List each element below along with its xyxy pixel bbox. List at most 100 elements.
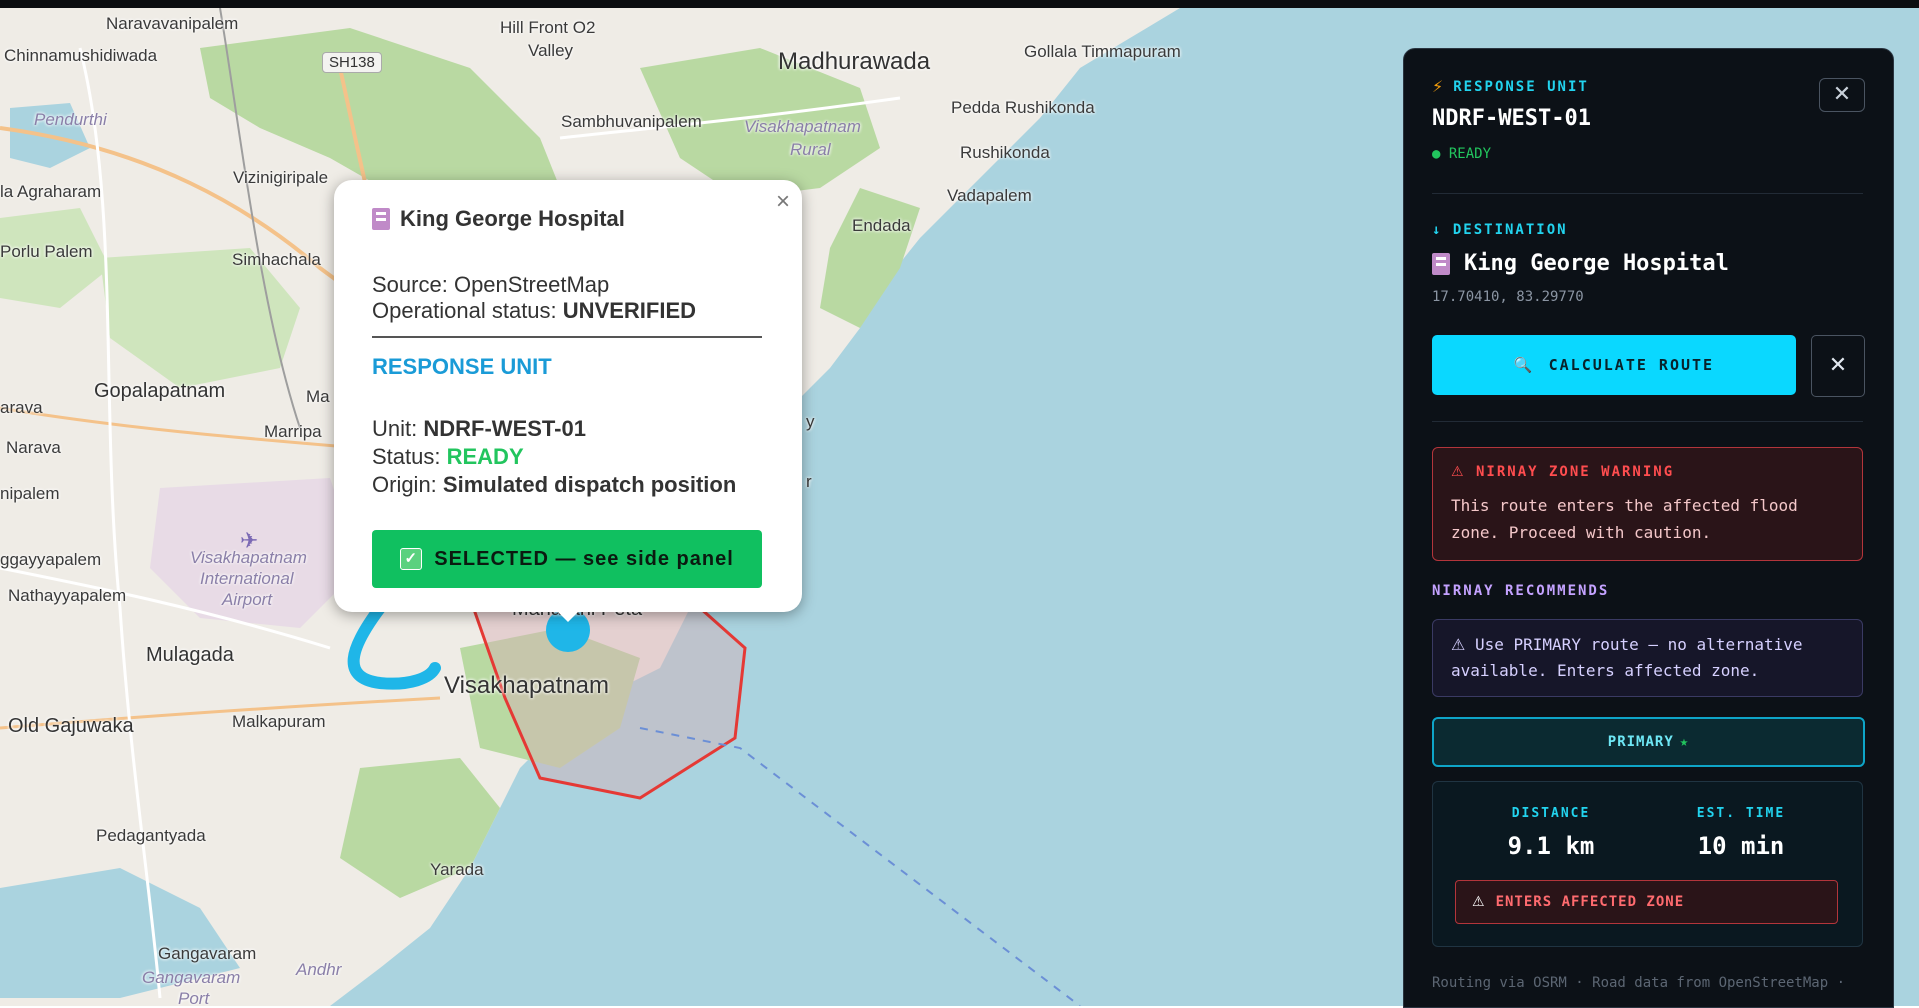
map-label: Mulagada — [146, 644, 234, 666]
popup-unit-status-row: Status: READY — [372, 444, 524, 470]
primary-route-tab[interactable]: PRIMARY ★ — [1432, 717, 1865, 767]
map-label: Vizinigiripale — [233, 168, 329, 187]
recommendation-body: ⚠ Use PRIMARY route — no alternative ava… — [1451, 632, 1846, 684]
map-label: nipalem — [0, 484, 60, 503]
recommendation-box: ⚠ Use PRIMARY route — no alternative ava… — [1432, 619, 1863, 697]
selected-button[interactable]: ✓ SELECTED — see side panel — [372, 530, 762, 588]
popup-tip — [550, 604, 586, 622]
map-label: Nathayyapalem — [8, 586, 127, 605]
popup-status-row: Operational status: UNVERIFIED — [372, 298, 696, 324]
map-label: Port — [178, 989, 210, 1006]
map-label: Simhachala — [232, 250, 321, 269]
popup-divider — [372, 336, 762, 338]
calculate-route-label: CALCULATE ROUTE — [1548, 356, 1715, 374]
road-shield: SH138 — [322, 52, 382, 73]
popup-unit-label: Unit: — [372, 416, 418, 441]
zone-warning: ⚠ NIRNAY ZONE WARNING This route enters … — [1432, 447, 1863, 561]
map-label: Old Gajuwaka — [8, 715, 134, 737]
map-label: Pendurthi — [34, 110, 107, 129]
map-label: Visakhapatnam — [190, 548, 307, 567]
popup-op-status-label: Operational status: — [372, 298, 557, 323]
map-label: Pedda Rushikonda — [951, 98, 1095, 117]
map-label: Valley — [528, 41, 574, 60]
zone-warning-title: ⚠ NIRNAY ZONE WARNING — [1451, 464, 1674, 480]
panel-footer: Routing via OSRM · Road data from OpenSt… — [1432, 975, 1846, 991]
popup-unit-status-value: READY — [446, 444, 524, 469]
hospital-icon — [1432, 252, 1450, 275]
destination-coords: 17.70410, 83.29770 — [1432, 289, 1584, 305]
lightning-icon: ⚡ — [1432, 77, 1444, 96]
search-icon: 🔍 — [1513, 356, 1535, 374]
calculate-route-button[interactable]: 🔍 CALCULATE ROUTE — [1432, 335, 1796, 395]
popup-title-text: King George Hospital — [400, 206, 625, 231]
distance-label: DISTANCE — [1511, 806, 1591, 821]
map-label: y — [806, 412, 815, 431]
popup-origin-value: Simulated dispatch position — [442, 472, 737, 497]
unit-name: NDRF-WEST-01 — [1432, 106, 1591, 131]
hospital-popup: × King George Hospital Source: OpenStree… — [334, 180, 802, 622]
unit-status: ● READY — [1432, 146, 1492, 162]
map-label: Marripa — [264, 422, 322, 441]
map-label: Chinnamushidiwada — [4, 46, 158, 65]
map-label: Visakhapatnam — [744, 117, 861, 136]
map-label: Gangavaram — [158, 944, 257, 963]
affected-zone-badge: ⚠ ENTERS AFFECTED ZONE — [1455, 880, 1838, 924]
popup-title: King George Hospital — [372, 206, 625, 232]
popup-close-button[interactable]: × — [776, 190, 790, 214]
affected-zone-text: ENTERS AFFECTED ZONE — [1495, 894, 1685, 910]
map-label: Yarada — [430, 860, 484, 879]
panel-close-button[interactable]: ✕ — [1819, 78, 1865, 112]
map-label: Hill Front O2 — [500, 18, 596, 37]
divider — [1432, 193, 1863, 194]
popup-origin-label: Origin: — [372, 472, 437, 497]
recommends-title: NIRNAY RECOMMENDS — [1432, 583, 1610, 599]
popup-unit-value: NDRF-WEST-01 — [423, 416, 586, 441]
map-label: Porlu Palem — [0, 242, 93, 261]
map-label: la Agraharam — [0, 182, 102, 201]
hospital-icon — [372, 208, 390, 230]
map-label: Gopalapatnam — [94, 380, 226, 402]
popup-source-label: Source: — [372, 272, 448, 297]
destination-label: ↓ DESTINATION — [1432, 222, 1568, 238]
map-label: Rushikonda — [960, 143, 1050, 162]
map-label: arava — [0, 398, 43, 417]
selected-button-label: SELECTED — see side panel — [434, 547, 734, 570]
map-label: Pedagantyada — [96, 826, 206, 845]
destination-name: King George Hospital — [1432, 251, 1729, 276]
time-label: EST. TIME — [1696, 806, 1786, 821]
map-label: Visakhapatnam — [444, 672, 609, 699]
clear-destination-button[interactable]: ✕ — [1811, 335, 1865, 397]
map-label: Narava — [6, 438, 61, 457]
popup-section-title: RESPONSE UNIT — [372, 354, 552, 379]
popup-source-value: OpenStreetMap — [453, 272, 610, 297]
checkbox-icon: ✓ — [400, 548, 423, 570]
map-label: Ma — [306, 387, 330, 406]
route-stats: DISTANCE 9.1 km EST. TIME 10 min ⚠ ENTER… — [1432, 781, 1863, 947]
map-label: Vadapalem — [947, 186, 1032, 205]
popup-source-row: Source: OpenStreetMap — [372, 272, 609, 298]
map-label: Endada — [852, 216, 911, 235]
warning-icon: ⚠ — [1472, 894, 1486, 910]
popup-origin-row: Origin: Simulated dispatch position — [372, 472, 736, 498]
panel-header: ⚡ RESPONSE UNIT — [1432, 77, 1589, 96]
zone-warning-body: This route enters the affected flood zon… — [1451, 496, 1798, 542]
map-label: Gangavaram — [142, 968, 241, 987]
map-label: r — [806, 472, 812, 491]
divider — [1432, 421, 1863, 422]
map-label: ggayyapalem — [0, 550, 102, 569]
map-label: Rural — [790, 140, 831, 159]
popup-unit-status-label: Status: — [372, 444, 441, 469]
destination-name-text: King George Hospital — [1464, 251, 1729, 276]
star-icon: ★ — [1679, 734, 1690, 750]
map-label: Madhurawada — [778, 48, 931, 75]
map-label: International — [200, 569, 294, 588]
zone-warning-title-text: NIRNAY ZONE WARNING — [1476, 464, 1675, 480]
map-label: Gollala Timmapuram — [1024, 42, 1181, 61]
warning-icon: ⚠ — [1451, 464, 1466, 480]
primary-route-label: PRIMARY — [1607, 734, 1674, 750]
recommendation-text: Use PRIMARY route — no alternative avail… — [1451, 635, 1803, 680]
map-label: Naravavanipalem — [106, 14, 239, 33]
map-label: Airport — [222, 590, 273, 609]
popup-op-status-value: UNVERIFIED — [562, 298, 697, 323]
map-label: Andhr — [296, 960, 342, 979]
